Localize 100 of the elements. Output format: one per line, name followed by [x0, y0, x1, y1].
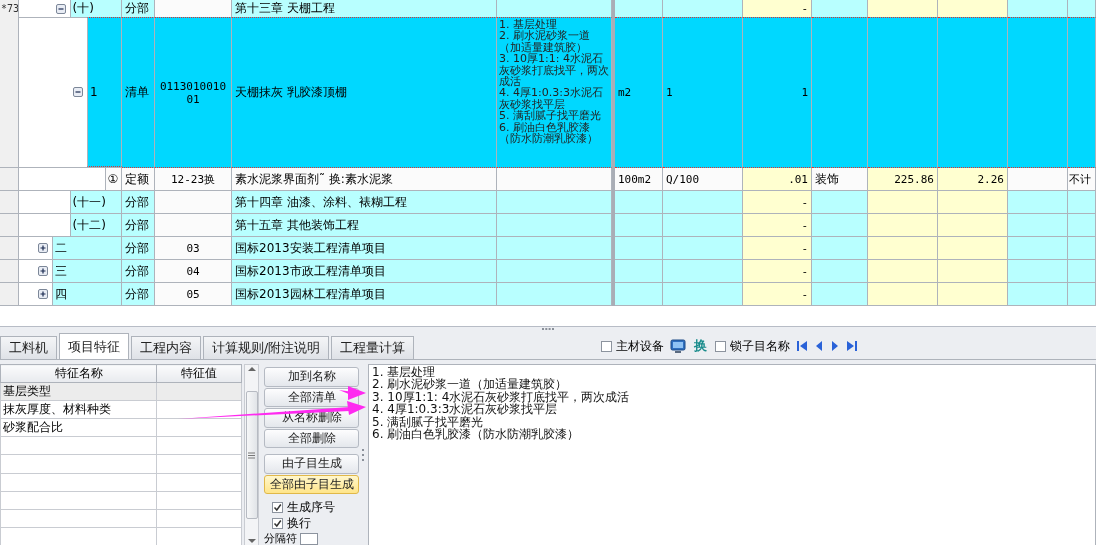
splitter-handle[interactable]: [542, 327, 554, 331]
table-cell: [615, 191, 663, 214]
table-cell: m2: [615, 17, 663, 168]
table-cell: [615, 214, 663, 237]
checkbox-label: 锁子目名称: [730, 337, 790, 355]
table-cell: [938, 283, 1008, 306]
expand-icon[interactable]: [38, 243, 48, 253]
table-cell: [812, 237, 868, 260]
table-cell: 分部: [122, 260, 155, 283]
tab[interactable]: 工料机: [0, 336, 57, 359]
table-cell: 国标2013安装工程清单项目: [232, 237, 497, 260]
table-cell: -: [743, 214, 812, 237]
collapse-icon[interactable]: [55, 3, 66, 14]
table-cell: -: [743, 237, 812, 260]
tab[interactable]: 工程量计算: [331, 336, 415, 359]
table-cell: 分部: [122, 283, 155, 306]
splitter-handle[interactable]: [362, 449, 365, 461]
table-cell: 12-23换: [155, 168, 232, 191]
table-cell: 05: [155, 283, 232, 306]
table-cell: -: [743, 260, 812, 283]
action-button[interactable]: 全部删除: [264, 428, 359, 449]
checkbox[interactable]: [272, 517, 283, 529]
action-button[interactable]: 全部清单: [264, 387, 359, 408]
row-number[interactable]: (十二): [69, 214, 122, 236]
table-cell: 第十四章 油漆、涂料、裱糊工程: [232, 191, 497, 214]
table-cell: [615, 237, 663, 260]
table-cell: -: [743, 191, 812, 214]
collapse-icon[interactable]: [73, 87, 83, 97]
separator-field[interactable]: [300, 532, 318, 545]
table-cell: [1008, 237, 1068, 260]
checkbox[interactable]: [272, 501, 283, 513]
scrollbar[interactable]: [244, 364, 259, 545]
expand-icon[interactable]: [38, 266, 48, 276]
table-cell: [868, 191, 938, 214]
scroll-up-icon[interactable]: [246, 365, 257, 373]
row-number[interactable]: 三: [52, 260, 122, 282]
first-record-icon[interactable]: [796, 340, 808, 352]
row-number[interactable]: (十一): [69, 191, 122, 213]
table-cell: [938, 0, 1008, 18]
table-cell: 不计: [1068, 168, 1096, 191]
table-cell: Q/100: [663, 168, 743, 191]
table-cell: [1068, 260, 1096, 283]
tab[interactable]: 计算规则/附注说明: [203, 336, 330, 359]
monitor-icon[interactable]: [670, 338, 686, 354]
table-cell: 分部: [122, 237, 155, 260]
scroll-down-icon[interactable]: [246, 537, 257, 545]
tab[interactable]: 工程内容: [131, 336, 201, 359]
table-cell: [812, 214, 868, 237]
table-cell: [812, 283, 868, 306]
table-cell: 国标2013园林工程清单项目: [232, 283, 497, 306]
action-button[interactable]: 加到名称: [264, 367, 359, 387]
expand-icon[interactable]: [38, 289, 48, 299]
table-cell: 清单: [122, 17, 155, 168]
table-cell: 04: [155, 260, 232, 283]
column-header[interactable]: 特征值: [156, 364, 242, 383]
table-cell: [868, 0, 938, 18]
table-cell: 2.26: [938, 168, 1008, 191]
previous-icon[interactable]: [814, 340, 824, 352]
last-record-icon[interactable]: [846, 340, 858, 352]
table-cell: 1: [743, 17, 812, 168]
table-cell: [615, 283, 663, 306]
row-number[interactable]: (十): [69, 0, 122, 17]
column-header[interactable]: 特征名称: [0, 364, 157, 383]
row-number[interactable]: 二: [52, 237, 122, 259]
table-cell: 03: [155, 237, 232, 260]
table-cell: [1008, 0, 1068, 18]
action-button[interactable]: 由子目生成: [264, 454, 359, 474]
table-cell: 225.86: [868, 168, 938, 191]
tab[interactable]: 项目特征: [59, 333, 129, 359]
replace-button[interactable]: 换: [692, 337, 709, 355]
table-cell: 分部: [122, 191, 155, 214]
table-cell: [615, 0, 663, 18]
table-cell: [938, 191, 1008, 214]
table-cell: [1068, 191, 1096, 214]
table-cell: [1068, 214, 1096, 237]
table-cell: [1008, 168, 1068, 191]
checkbox[interactable]: [601, 340, 612, 352]
table-cell[interactable]: 抹灰厚度、材料种类: [0, 400, 157, 419]
table-cell: [1008, 214, 1068, 237]
row-number[interactable]: ①: [104, 168, 122, 190]
description-text[interactable]: 1. 基层处理 2. 刷水泥砂浆一道（加适量建筑胶） 3. 10厚1:1: 4水泥石灰砂浆打底找平，两次成活 4. 4厚1:0.3:3水泥石灰砂浆找平层 5. 满刮腻子找平磨光 6. 刷油白色乳胶漆（防水防潮乳胶漆）: [368, 364, 1096, 545]
table-cell: [812, 260, 868, 283]
table-cell: [1068, 237, 1096, 260]
checkbox-label: 主材设备: [616, 337, 664, 355]
table-cell[interactable]: 砂浆配合比: [0, 418, 157, 437]
table-cell: [868, 283, 938, 306]
row-number[interactable]: 四: [52, 283, 122, 305]
table-cell: 1: [663, 17, 743, 168]
table-cell: 定额: [122, 168, 155, 191]
table-cell: [812, 191, 868, 214]
next-icon[interactable]: [830, 340, 840, 352]
table-cell: [868, 260, 938, 283]
row-number[interactable]: 1: [87, 17, 122, 167]
table-cell: [615, 260, 663, 283]
table-cell: [1008, 260, 1068, 283]
action-button[interactable]: 全部由子目生成: [264, 474, 359, 495]
checkbox[interactable]: [715, 340, 726, 352]
table-cell: 100m2: [615, 168, 663, 191]
table-cell: 011301001001: [155, 17, 232, 168]
table-cell: 1. 基层处理 2. 刷水泥砂浆一道（加适量建筑胶） 3. 10厚1:1: 4水泥石灰砂浆打底找平，两次成活 4. 4厚1:0.3:3水泥石灰砂浆找平层 5. 满刮腻子找平磨光 6. 刷油白色乳胶漆（防水防潮乳胶漆）: [497, 17, 612, 168]
